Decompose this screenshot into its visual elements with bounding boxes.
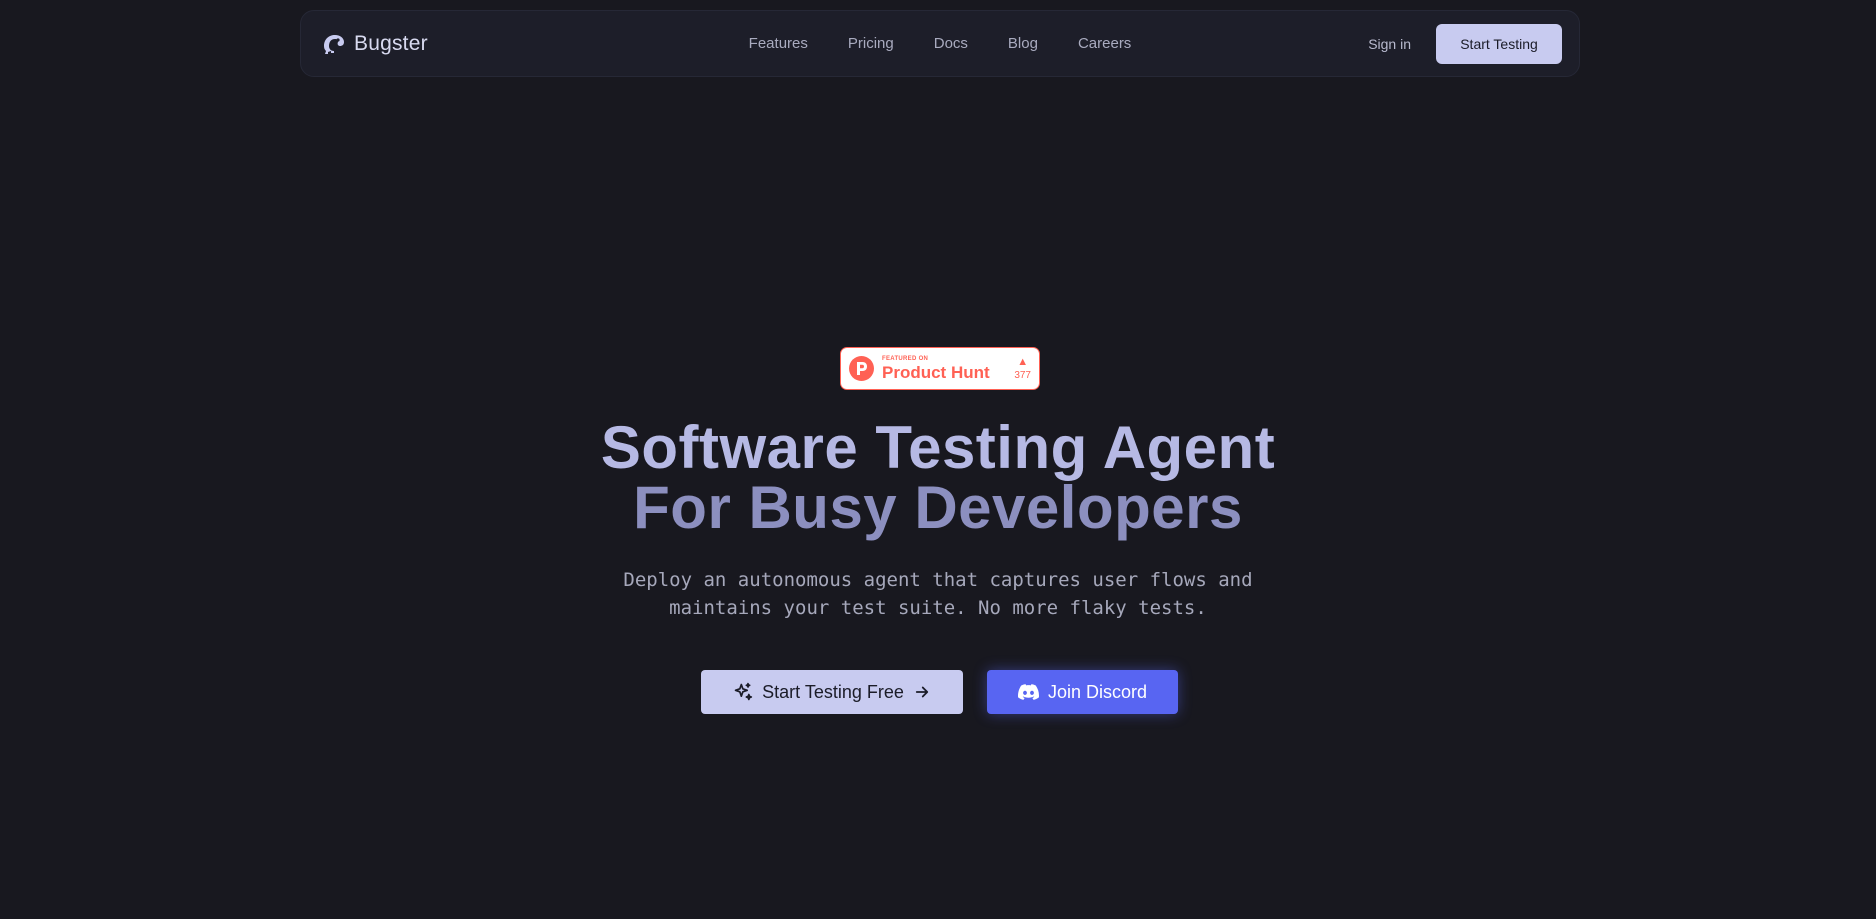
product-hunt-name: Product Hunt — [882, 363, 990, 382]
start-testing-free-button[interactable]: Start Testing Free — [701, 670, 963, 714]
nav-link-careers[interactable]: Careers — [1078, 35, 1131, 52]
start-testing-free-label: Start Testing Free — [762, 681, 904, 702]
nav-link-features[interactable]: Features — [749, 35, 808, 52]
nav-link-docs[interactable]: Docs — [934, 35, 968, 52]
hero-subtitle: Deploy an autonomous agent that captures… — [0, 566, 1876, 622]
start-testing-button[interactable]: Start Testing — [1436, 23, 1562, 64]
brand-logo-link[interactable]: Bugster — [321, 32, 428, 56]
product-hunt-badge[interactable]: FEATURED ON Product Hunt ▲ 377 — [840, 347, 1040, 390]
nav-actions: Sign in Start Testing — [1368, 23, 1562, 64]
hero-subtitle-line2: maintains your test suite. No more flaky… — [669, 597, 1207, 619]
join-discord-button[interactable]: Join Discord — [987, 670, 1178, 714]
hero-headline-line2: For Busy Developers — [633, 474, 1243, 541]
chameleon-icon — [321, 32, 347, 56]
hero-cta-row: Start Testing Free Join Discord — [701, 670, 1178, 714]
sign-in-link[interactable]: Sign in — [1368, 36, 1411, 52]
product-hunt-logo-icon — [849, 356, 874, 381]
join-discord-label: Join Discord — [1047, 681, 1148, 702]
sparkles-icon — [733, 682, 753, 702]
nav-links: Features Pricing Docs Blog Careers — [749, 35, 1132, 52]
hero-subtitle-line1: Deploy an autonomous agent that captures… — [623, 569, 1253, 591]
brand-name: Bugster — [354, 31, 428, 55]
hero-headline: Software Testing Agent For Busy Develope… — [0, 418, 1876, 538]
hero-headline-line1: Software Testing Agent — [600, 414, 1276, 481]
upvote-arrow-icon: ▲ — [1017, 355, 1029, 368]
nav-link-pricing[interactable]: Pricing — [848, 35, 894, 52]
product-hunt-votes: ▲ 377 — [1014, 355, 1031, 381]
discord-icon — [1017, 684, 1039, 700]
product-hunt-featured-label: FEATURED ON — [882, 356, 929, 362]
navbar: Bugster Features Pricing Docs Blog Caree… — [300, 10, 1580, 77]
vote-count: 377 — [1014, 369, 1031, 381]
nav-link-blog[interactable]: Blog — [1008, 35, 1038, 52]
arrow-right-icon — [913, 683, 931, 701]
